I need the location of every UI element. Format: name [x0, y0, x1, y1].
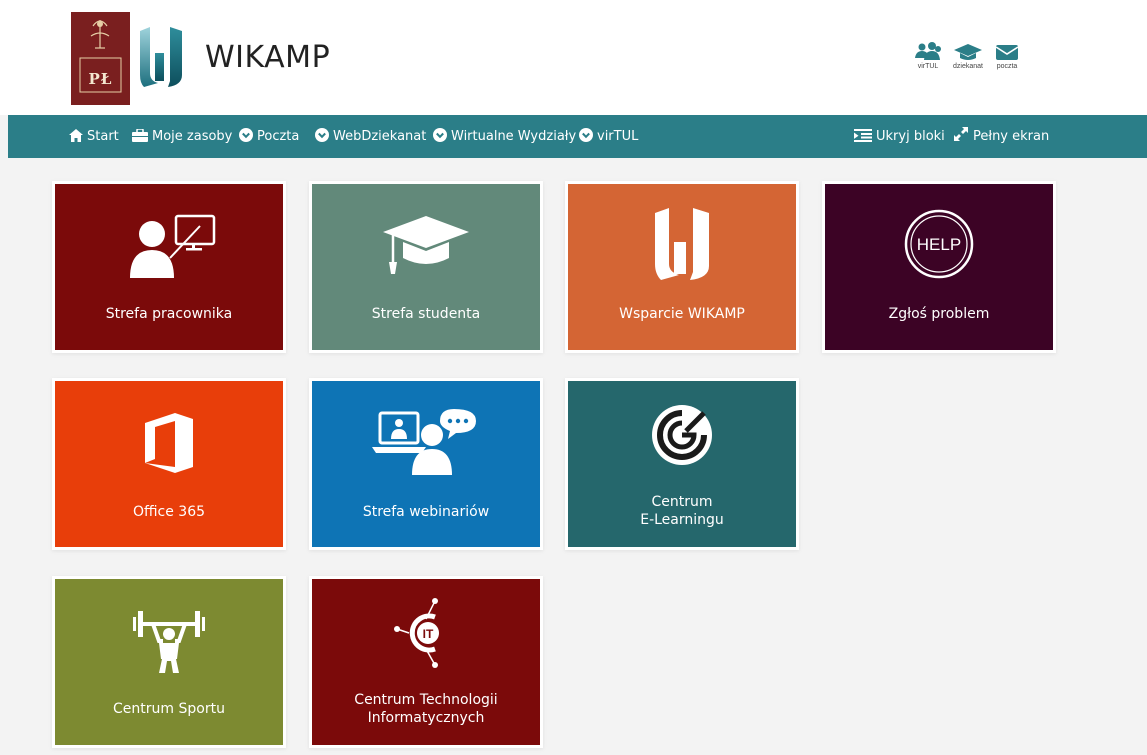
help-icon-text: HELP [917, 235, 961, 254]
tile-strefa-studenta[interactable]: Strefa studenta [312, 184, 540, 350]
tile-label: Strefa webinariów [362, 504, 490, 520]
logo-text: PŁ [88, 70, 113, 88]
tile-label: Zgłoś problem [888, 306, 990, 322]
tile-label: Wsparcie WIKAMP [619, 306, 745, 322]
tile-label: Strefa pracownika [105, 306, 233, 322]
chevron-down-circle-icon [433, 128, 447, 142]
tile-centrum-sportu[interactable]: Centrum Sportu [55, 579, 283, 745]
tile-zglos-problem[interactable]: HELP Zgłoś problem [825, 184, 1053, 350]
it-icon-text: IT [423, 627, 434, 641]
quick-link-label: virTUL [917, 63, 939, 70]
nav-label: Ukryj bloki [876, 129, 945, 144]
office-icon [145, 413, 193, 473]
quick-link-poczta[interactable]: poczta [987, 42, 1027, 76]
tile-label: Strefa studenta [371, 306, 481, 322]
home-icon [69, 129, 83, 142]
main-navigation: Start Moje zasoby Poczta WebDziekanat Wi… [8, 115, 1147, 158]
nav-start[interactable]: Start [69, 115, 119, 158]
nav-wirtualne-wydzialy[interactable]: Wirtualne Wydziały [433, 115, 576, 158]
nav-label: WebDziekanat [333, 129, 427, 144]
quick-link-label: poczta [996, 63, 1018, 70]
quick-link-virtul[interactable]: virTUL [908, 42, 948, 76]
nav-label: Wirtualne Wydziały [451, 129, 577, 144]
site-title: WIKAMP [205, 40, 331, 75]
nav-label: Poczta [257, 129, 300, 144]
expand-icon [954, 127, 968, 141]
tile-office-365[interactable]: Office 365 [55, 381, 283, 547]
elearning-logo-icon [652, 405, 712, 465]
indent-icon [854, 129, 872, 142]
teacher-board-icon [130, 214, 216, 278]
tile-centrum-technologii-informatycznych[interactable]: IT Centrum Technologii Informatycznych [312, 579, 540, 745]
header: PŁ WIKAMP virTUL dziekanat poczta [0, 0, 1147, 115]
webinar-icon [372, 409, 476, 475]
wikamp-logo-icon [140, 27, 182, 87]
envelope-icon [995, 45, 1019, 60]
graduation-cap-icon [954, 44, 982, 60]
nav-poczta[interactable]: Poczta [239, 115, 299, 158]
nav-moje-zasoby[interactable]: Moje zasoby [132, 115, 232, 158]
nav-label: Pełny ekran [973, 129, 1050, 144]
fullscreen-button[interactable]: Pełny ekran [953, 115, 1049, 158]
nav-label: virTUL [597, 129, 639, 144]
help-icon: HELP [904, 209, 974, 279]
tile-label-line-1: Centrum [651, 494, 713, 510]
tile-wsparcie-wikamp[interactable]: Wsparcie WIKAMP [568, 184, 796, 350]
tile-label: Centrum Sportu [113, 701, 225, 717]
weightlifter-icon [133, 611, 205, 673]
nav-label: Start [87, 129, 119, 144]
tile-strefa-pracownika[interactable]: Strefa pracownika [55, 184, 283, 350]
chevron-down-circle-icon [315, 128, 329, 142]
tile-label: Office 365 [132, 504, 206, 520]
it-logo-icon: IT [394, 598, 439, 668]
nav-webdziekanat[interactable]: WebDziekanat [315, 115, 426, 158]
nav-virtul[interactable]: virTUL [579, 115, 638, 158]
university-logo[interactable]: PŁ [71, 12, 130, 105]
chevron-down-circle-icon [239, 128, 253, 142]
nav-label: Moje zasoby [152, 129, 233, 144]
tile-label-line-2: E-Learningu [640, 512, 724, 528]
tile-label-line-1: Centrum Technologii [354, 692, 498, 708]
quick-link-dziekanat[interactable]: dziekanat [948, 42, 988, 76]
graduation-cap-icon [383, 216, 469, 274]
briefcase-icon [132, 129, 148, 142]
chevron-down-circle-icon [579, 128, 593, 142]
tile-label-line-2: Informatycznych [367, 710, 485, 726]
quick-link-label: dziekanat [953, 63, 983, 70]
users-icon [915, 42, 941, 60]
tile-centrum-e-learningu[interactable]: Centrum E-Learningu [568, 381, 796, 547]
hide-blocks-button[interactable]: Ukryj bloki [854, 115, 945, 158]
tile-strefa-webinariow[interactable]: Strefa webinariów [312, 381, 540, 547]
wikamp-logo-icon [655, 208, 709, 280]
